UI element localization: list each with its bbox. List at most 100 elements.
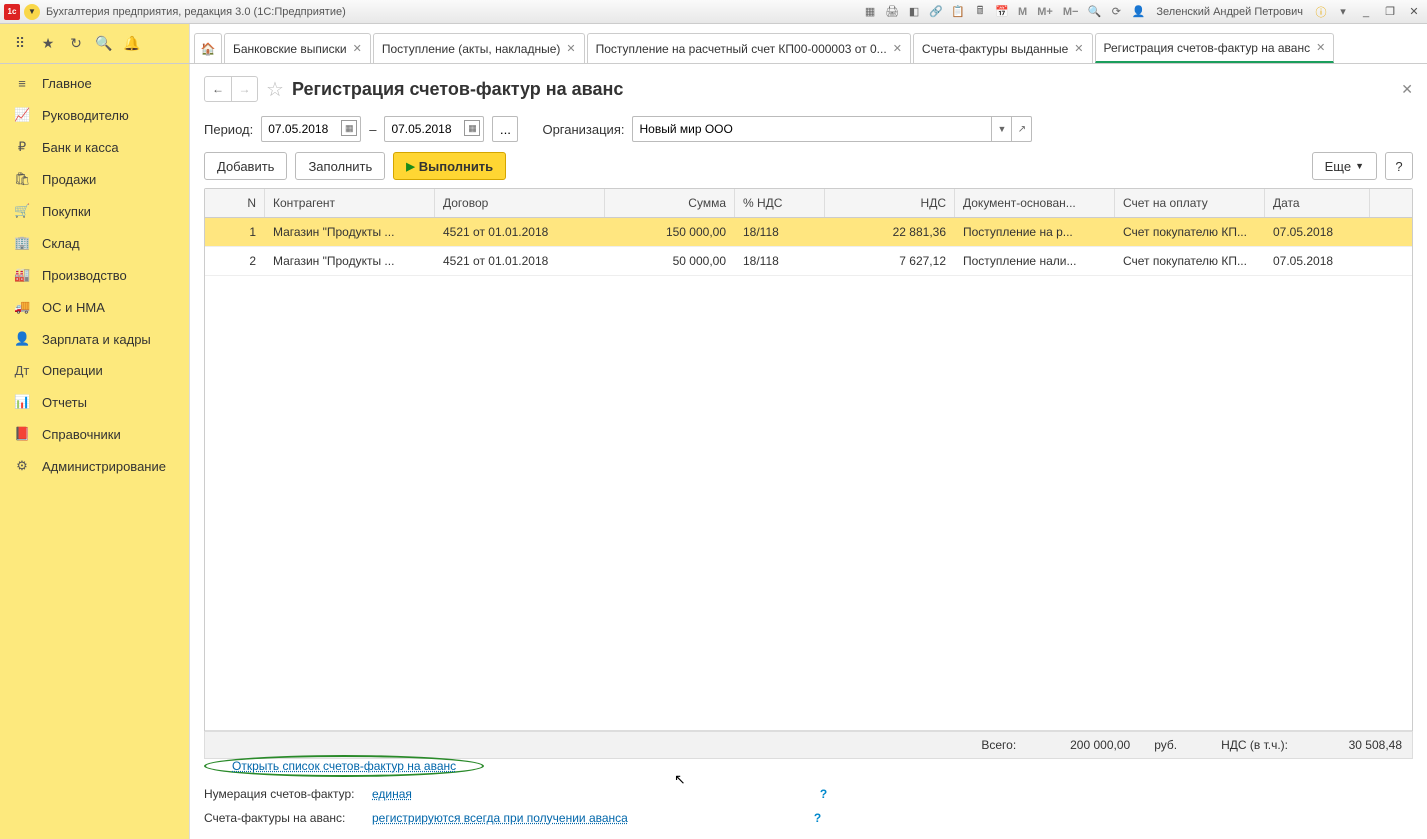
- info-icon[interactable]: ⓘ: [1313, 4, 1329, 20]
- org-field[interactable]: ▼ ↗: [632, 116, 1032, 142]
- search-icon[interactable]: 🔍: [92, 32, 116, 56]
- help-icon[interactable]: ?: [814, 811, 821, 825]
- more-button[interactable]: Еще ▼: [1312, 152, 1377, 180]
- calendar-icon[interactable]: 📅: [994, 4, 1010, 20]
- col-basis-doc[interactable]: Документ-основан...: [955, 189, 1115, 217]
- calendar-icon[interactable]: ▦: [341, 120, 357, 136]
- calendar-icon[interactable]: ▦: [464, 120, 480, 136]
- refresh-icon[interactable]: ⟳: [1108, 4, 1124, 20]
- tab-label: Поступление (акты, накладные): [382, 42, 561, 56]
- open-invoice-list-link[interactable]: Открыть список счетов-фактур на аванс: [232, 759, 456, 773]
- col-counterparty[interactable]: Контрагент: [265, 189, 435, 217]
- numbering-label: Нумерация счетов-фактур:: [204, 787, 364, 801]
- sidebar-item[interactable]: 👤Зарплата и кадры: [0, 323, 189, 355]
- run-button[interactable]: ▶ Выполнить: [393, 152, 506, 180]
- fill-button[interactable]: Заполнить: [295, 152, 385, 180]
- cell-counterparty: Магазин "Продукты ...: [265, 247, 435, 275]
- tab[interactable]: Банковские выписки✕: [224, 33, 371, 63]
- memory-mplus[interactable]: M+: [1035, 6, 1055, 18]
- notifications-icon[interactable]: 🔔: [120, 32, 144, 56]
- window-close[interactable]: ✕: [1405, 4, 1423, 20]
- nav-forward-button[interactable]: →: [231, 77, 257, 101]
- table-header: N Контрагент Договор Сумма % НДС НДС Док…: [205, 189, 1412, 218]
- print-icon[interactable]: 🖨: [884, 4, 900, 20]
- sidebar-item[interactable]: ⚙Администрирование: [0, 450, 189, 482]
- col-date[interactable]: Дата: [1265, 189, 1370, 217]
- nav-label: Продажи: [42, 172, 96, 187]
- sidebar-item[interactable]: ДтОперации: [0, 355, 189, 386]
- tab-close-icon[interactable]: ✕: [893, 42, 902, 55]
- user-icon: 👤: [1130, 4, 1146, 20]
- col-vat-pct[interactable]: % НДС: [735, 189, 825, 217]
- period-label: Период:: [204, 122, 253, 137]
- org-label: Организация:: [542, 122, 624, 137]
- tab[interactable]: Регистрация счетов-фактур на аванс✕: [1095, 33, 1335, 63]
- play-icon: ▶: [406, 160, 414, 173]
- nds-value: 30 508,48: [1312, 738, 1402, 752]
- org-input[interactable]: [632, 116, 992, 142]
- col-contract[interactable]: Договор: [435, 189, 605, 217]
- col-invoice[interactable]: Счет на оплату: [1115, 189, 1265, 217]
- link-icon[interactable]: 🔗: [928, 4, 944, 20]
- sidebar-item[interactable]: 🏢Склад: [0, 227, 189, 259]
- favorite-icon[interactable]: ★: [36, 32, 60, 56]
- col-n[interactable]: N: [205, 189, 265, 217]
- sidebar-item[interactable]: ₽Банк и касса: [0, 131, 189, 163]
- col-vat[interactable]: НДС: [825, 189, 955, 217]
- add-button[interactable]: Добавить: [204, 152, 287, 180]
- print-preview-icon[interactable]: ▦: [862, 4, 878, 20]
- window-restore[interactable]: ❐: [1381, 4, 1399, 20]
- calculator-icon[interactable]: 🖩: [972, 4, 988, 20]
- advance-link[interactable]: регистрируются всегда при получении аван…: [372, 811, 628, 825]
- memory-m[interactable]: M: [1016, 6, 1029, 18]
- nav-label: Руководителю: [42, 108, 129, 123]
- sidebar-item[interactable]: 🛍Продажи: [0, 163, 189, 195]
- sidebar-item[interactable]: 📊Отчеты: [0, 386, 189, 418]
- favorite-star-icon[interactable]: ☆: [266, 77, 284, 102]
- nav-buttons: ← →: [204, 76, 258, 102]
- tab[interactable]: Счета-фактуры выданные ✕: [913, 33, 1093, 63]
- sidebar-item[interactable]: 📕Справочники: [0, 418, 189, 450]
- app-menu-dropdown[interactable]: ▼: [24, 4, 40, 20]
- tab-close-icon[interactable]: ✕: [566, 42, 575, 55]
- memory-mminus[interactable]: M−: [1061, 6, 1081, 18]
- total-value: 200 000,00: [1040, 738, 1130, 752]
- sidebar-item[interactable]: 🚚ОС и НМА: [0, 291, 189, 323]
- history-icon[interactable]: ↻: [64, 32, 88, 56]
- zoom-icon[interactable]: 🔍: [1086, 4, 1102, 20]
- cursor-icon: ↖: [674, 771, 686, 788]
- window-minimize[interactable]: _: [1357, 4, 1375, 20]
- sidebar-item[interactable]: 📈Руководителю: [0, 99, 189, 131]
- help-icon[interactable]: ?: [820, 787, 827, 801]
- date-from-field[interactable]: ▦: [261, 116, 361, 142]
- cell-sum: 150 000,00: [605, 218, 735, 246]
- tab-close-icon[interactable]: ✕: [353, 42, 362, 55]
- period-picker-button[interactable]: ...: [492, 116, 518, 142]
- help-button[interactable]: ?: [1385, 152, 1413, 180]
- tab-close-icon[interactable]: ✕: [1316, 41, 1325, 54]
- sidebar-item[interactable]: 🏭Производство: [0, 259, 189, 291]
- sidebar-item[interactable]: 🛒Покупки: [0, 195, 189, 227]
- apps-icon[interactable]: ⠿: [8, 32, 32, 56]
- nav-icon: ₽: [14, 139, 30, 155]
- col-sum[interactable]: Сумма: [605, 189, 735, 217]
- nav-icon: Дт: [14, 363, 30, 378]
- tab-label: Счета-фактуры выданные: [922, 42, 1068, 56]
- org-open-icon[interactable]: ↗: [1012, 116, 1032, 142]
- org-dropdown-icon[interactable]: ▼: [992, 116, 1012, 142]
- date-to-field[interactable]: ▦: [384, 116, 484, 142]
- clipboard-icon[interactable]: 📋: [950, 4, 966, 20]
- tab[interactable]: Поступление на расчетный счет КП00-00000…: [587, 33, 911, 63]
- currency-label: руб.: [1154, 738, 1177, 752]
- sidebar-item[interactable]: ≡Главное: [0, 68, 189, 99]
- nav-back-button[interactable]: ←: [205, 77, 231, 101]
- close-panel-button[interactable]: ✕: [1401, 81, 1413, 98]
- compare-icon[interactable]: ◧: [906, 4, 922, 20]
- info-dropdown-icon[interactable]: ▾: [1335, 4, 1351, 20]
- home-tab[interactable]: 🏠: [194, 33, 222, 63]
- tab-close-icon[interactable]: ✕: [1074, 42, 1083, 55]
- table-row[interactable]: 1Магазин "Продукты ...4521 от 01.01.2018…: [205, 218, 1412, 247]
- numbering-link[interactable]: единая: [372, 787, 412, 801]
- table-row[interactable]: 2Магазин "Продукты ...4521 от 01.01.2018…: [205, 247, 1412, 276]
- tab[interactable]: Поступление (акты, накладные) ✕: [373, 33, 585, 63]
